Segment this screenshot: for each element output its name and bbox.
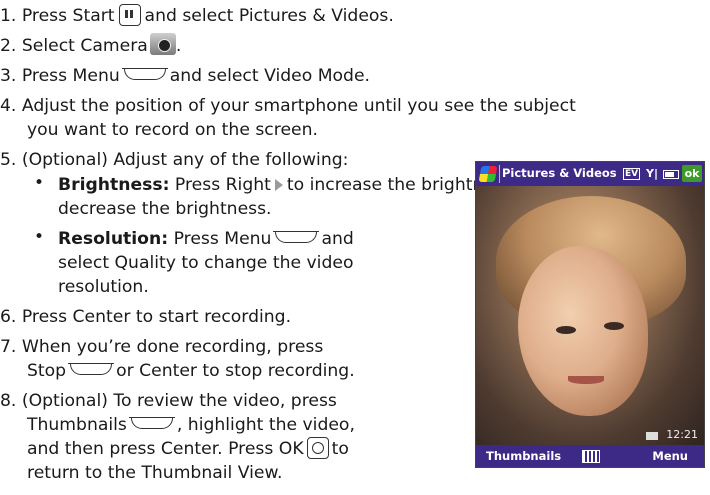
thumbnails-softkey[interactable]: Thumbnails <box>486 449 561 463</box>
step-8-text-f: return to the Thumbnail View. <box>27 463 283 483</box>
step-7-text-c: or Center to stop recording. <box>116 361 355 381</box>
phone-softkey-bar: Thumbnails Menu <box>476 445 704 467</box>
phone-title: Pictures & Videos <box>502 166 617 180</box>
camera-icon <box>149 33 176 55</box>
camera-viewfinder: 12:21 <box>476 186 704 445</box>
photo-eye <box>604 322 624 330</box>
step-1-text-a: 1. Press Start <box>0 6 115 26</box>
step-4-line-1: 4. Adjust the position of your smartphon… <box>0 94 576 118</box>
step-8-line-2: Thumbnails , highlight the video, <box>27 413 355 437</box>
photo-eye <box>556 326 576 334</box>
bullet-icon: • <box>34 173 45 193</box>
step-8-text-e: to <box>331 439 349 459</box>
brightness-label: Brightness: <box>58 175 170 195</box>
menu-softkey-icon <box>121 67 168 80</box>
ok-button-icon <box>306 437 329 459</box>
step-8-text-a: 8. (Optional) To review the video, press <box>0 391 337 411</box>
step-6-text: 6. Press Center to start recording. <box>0 307 292 327</box>
step-1: 1. Press Start and select Pictures & Vide… <box>0 4 394 28</box>
stop-softkey-icon <box>68 362 115 375</box>
step-1-text-b: and select Pictures & Videos. <box>144 6 394 26</box>
resolution-text-a: Press Menu <box>173 229 272 249</box>
ev-badge: EV <box>623 168 641 180</box>
step-3-text-a: 3. Press Menu <box>0 66 120 86</box>
right-arrow-icon <box>274 179 283 191</box>
photo-mouth <box>568 376 604 384</box>
step-3-text-b: and select Video Mode. <box>169 66 370 86</box>
title-separator <box>499 165 500 183</box>
photo-face <box>518 246 648 416</box>
step-2-text: 2. Select Camera <box>0 36 148 56</box>
instruction-document: 1. Press Start and select Pictures & Vide… <box>0 0 710 495</box>
step-8-line-4: return to the Thumbnail View. <box>27 461 282 485</box>
recording-time: 12:21 <box>666 428 698 441</box>
phone-screenshot: Pictures & Videos EV Y| ok 12:21 Thumbna… <box>475 161 705 468</box>
step-4-text-b: you want to record on the screen. <box>27 120 318 140</box>
video-camera-icon <box>646 432 658 440</box>
start-button-icon <box>118 4 141 26</box>
brightness-text-d: decrease the brightness. <box>58 199 272 219</box>
resolution-text-c: select Quality to change the video <box>58 253 354 273</box>
step-3: 3. Press Menu and select Video Mode. <box>0 64 370 88</box>
step-2-period: . <box>175 36 182 56</box>
step-6: 6. Press Center to start recording. <box>0 305 291 329</box>
battery-icon <box>663 170 679 179</box>
ok-button[interactable]: ok <box>682 165 702 182</box>
menu-softkey-icon <box>273 230 320 243</box>
resolution-text-b: and <box>321 229 354 249</box>
bullet-brightness-line-2: decrease the brightness. <box>58 197 272 221</box>
bullet-resolution-line-2: select Quality to change the video <box>58 251 353 275</box>
step-8-text-d: and then press Center. Press OK <box>27 439 304 459</box>
step-8-text-b: Thumbnails <box>27 415 127 435</box>
bullet-icon: • <box>34 227 45 247</box>
step-7-line-1: 7. When you’re done recording, press <box>0 335 323 359</box>
signal-icon: Y| <box>646 167 658 180</box>
step-7-line-2: Stop or Center to stop recording. <box>27 359 355 383</box>
step-8-text-c: , highlight the video, <box>176 415 355 435</box>
step-8-line-1: 8. (Optional) To review the video, press <box>0 389 337 413</box>
bullet-resolution-line-3: resolution. <box>58 275 149 299</box>
step-7-text-a: 7. When you’re done recording, press <box>0 337 324 357</box>
step-5: 5. (Optional) Adjust any of the followin… <box>0 148 348 172</box>
keyboard-icon[interactable] <box>582 450 600 463</box>
windows-logo-icon <box>478 166 498 182</box>
step-8-line-3: and then press Center. Press OK to <box>27 437 349 461</box>
thumbnails-softkey-icon <box>128 416 175 429</box>
step-4-text-a: 4. Adjust the position of your smartphon… <box>0 96 576 116</box>
brightness-text-a: Press Right <box>174 175 271 195</box>
step-5-text: 5. (Optional) Adjust any of the followin… <box>0 150 349 170</box>
resolution-text-d: resolution. <box>58 277 149 297</box>
bullet-resolution: Resolution: Press Menu and <box>58 227 354 251</box>
step-7-text-b: Stop <box>27 361 67 381</box>
step-2: 2. Select Camera. <box>0 33 182 58</box>
resolution-label: Resolution: <box>58 229 169 249</box>
menu-softkey[interactable]: Menu <box>652 449 688 463</box>
phone-title-bar: Pictures & Videos EV Y| ok <box>476 162 704 186</box>
step-4-line-2: you want to record on the screen. <box>27 118 318 142</box>
